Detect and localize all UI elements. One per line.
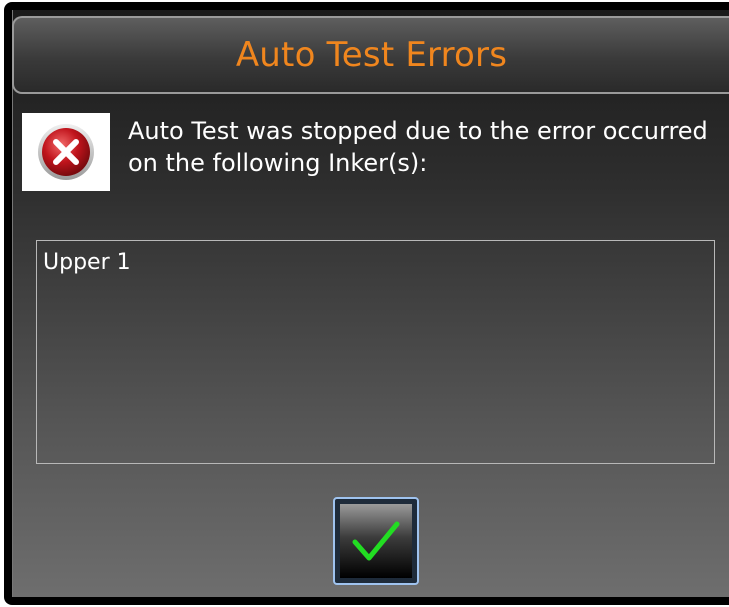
checkmark-icon: [352, 521, 400, 561]
error-x-icon: [38, 124, 94, 180]
dialog-title: Auto Test Errors: [235, 35, 508, 75]
ok-button-face: [340, 504, 412, 578]
list-item-inker[interactable]: Upper 1: [37, 241, 714, 277]
error-icon-container: [22, 113, 110, 191]
ok-button[interactable]: [333, 497, 419, 585]
error-message: Auto Test was stopped due to the error o…: [128, 117, 708, 177]
dialog-title-bar: Auto Test Errors: [12, 16, 729, 94]
inker-list[interactable]: Upper 1: [36, 240, 715, 464]
